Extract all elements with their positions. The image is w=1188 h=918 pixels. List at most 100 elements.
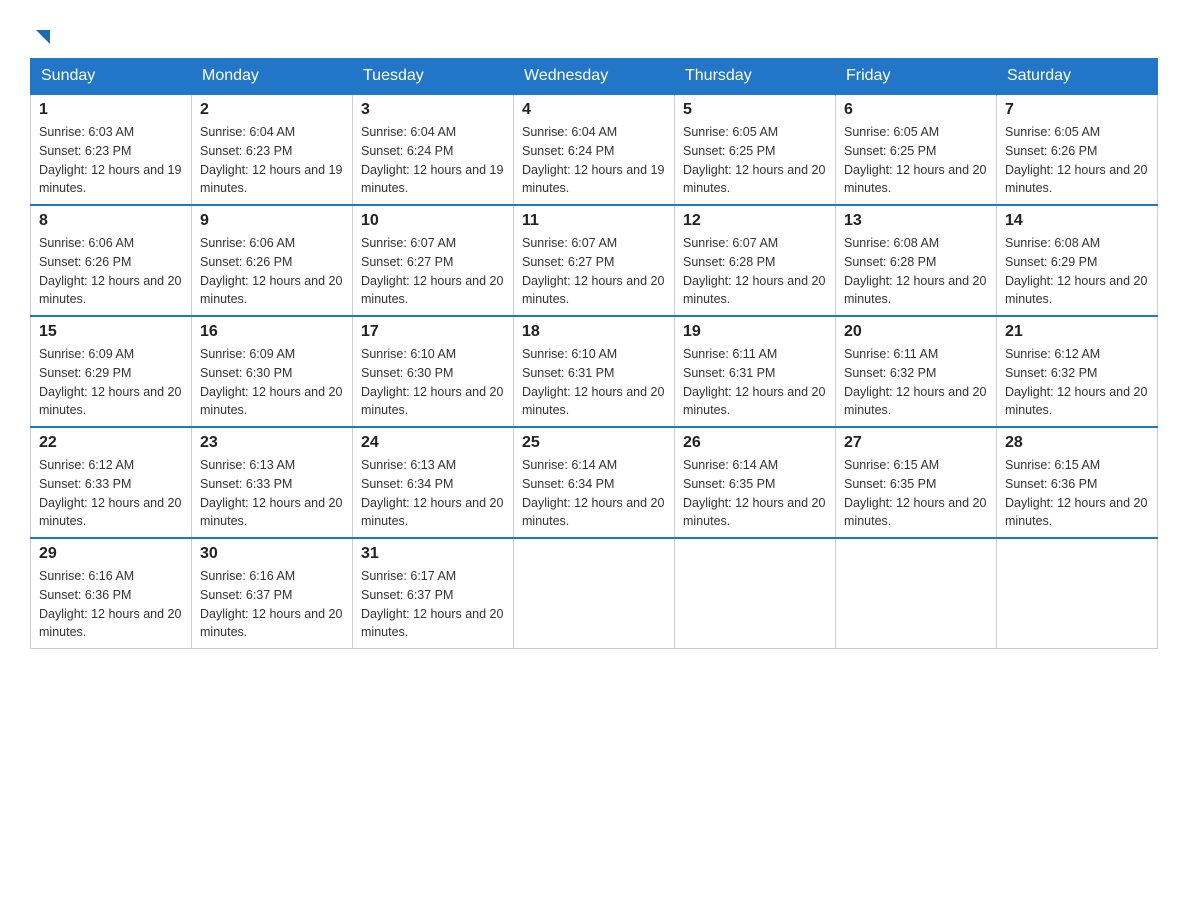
calendar-cell [836, 538, 997, 649]
calendar-week-2: 8 Sunrise: 6:06 AM Sunset: 6:26 PM Dayli… [31, 205, 1158, 316]
day-number: 19 [683, 323, 827, 341]
day-number: 11 [522, 212, 666, 230]
day-info: Sunrise: 6:12 AM Sunset: 6:32 PM Dayligh… [1005, 345, 1149, 420]
day-info: Sunrise: 6:06 AM Sunset: 6:26 PM Dayligh… [39, 234, 183, 309]
calendar-cell: 17 Sunrise: 6:10 AM Sunset: 6:30 PM Dayl… [353, 316, 514, 427]
day-number: 7 [1005, 101, 1149, 119]
calendar-cell: 11 Sunrise: 6:07 AM Sunset: 6:27 PM Dayl… [514, 205, 675, 316]
day-info: Sunrise: 6:11 AM Sunset: 6:31 PM Dayligh… [683, 345, 827, 420]
calendar-cell: 18 Sunrise: 6:10 AM Sunset: 6:31 PM Dayl… [514, 316, 675, 427]
day-info: Sunrise: 6:05 AM Sunset: 6:26 PM Dayligh… [1005, 123, 1149, 198]
weekday-header-monday: Monday [192, 59, 353, 95]
day-info: Sunrise: 6:08 AM Sunset: 6:29 PM Dayligh… [1005, 234, 1149, 309]
calendar-cell: 1 Sunrise: 6:03 AM Sunset: 6:23 PM Dayli… [31, 94, 192, 205]
calendar-cell: 24 Sunrise: 6:13 AM Sunset: 6:34 PM Dayl… [353, 427, 514, 538]
day-number: 17 [361, 323, 505, 341]
logo [30, 30, 54, 48]
day-info: Sunrise: 6:07 AM Sunset: 6:27 PM Dayligh… [522, 234, 666, 309]
calendar-table: SundayMondayTuesdayWednesdayThursdayFrid… [30, 58, 1158, 649]
day-number: 26 [683, 434, 827, 452]
calendar-cell [675, 538, 836, 649]
calendar-cell: 9 Sunrise: 6:06 AM Sunset: 6:26 PM Dayli… [192, 205, 353, 316]
calendar-cell: 27 Sunrise: 6:15 AM Sunset: 6:35 PM Dayl… [836, 427, 997, 538]
page-header [30, 20, 1158, 48]
day-number: 28 [1005, 434, 1149, 452]
weekday-header-thursday: Thursday [675, 59, 836, 95]
day-number: 8 [39, 212, 183, 230]
day-info: Sunrise: 6:16 AM Sunset: 6:36 PM Dayligh… [39, 567, 183, 642]
day-number: 22 [39, 434, 183, 452]
day-info: Sunrise: 6:04 AM Sunset: 6:24 PM Dayligh… [522, 123, 666, 198]
day-info: Sunrise: 6:14 AM Sunset: 6:35 PM Dayligh… [683, 456, 827, 531]
day-number: 18 [522, 323, 666, 341]
day-number: 24 [361, 434, 505, 452]
day-info: Sunrise: 6:05 AM Sunset: 6:25 PM Dayligh… [683, 123, 827, 198]
day-info: Sunrise: 6:07 AM Sunset: 6:27 PM Dayligh… [361, 234, 505, 309]
weekday-header-wednesday: Wednesday [514, 59, 675, 95]
calendar-cell: 26 Sunrise: 6:14 AM Sunset: 6:35 PM Dayl… [675, 427, 836, 538]
calendar-cell: 29 Sunrise: 6:16 AM Sunset: 6:36 PM Dayl… [31, 538, 192, 649]
calendar-cell: 28 Sunrise: 6:15 AM Sunset: 6:36 PM Dayl… [997, 427, 1158, 538]
day-number: 20 [844, 323, 988, 341]
day-info: Sunrise: 6:15 AM Sunset: 6:35 PM Dayligh… [844, 456, 988, 531]
day-info: Sunrise: 6:16 AM Sunset: 6:37 PM Dayligh… [200, 567, 344, 642]
day-info: Sunrise: 6:14 AM Sunset: 6:34 PM Dayligh… [522, 456, 666, 531]
calendar-header-row: SundayMondayTuesdayWednesdayThursdayFrid… [31, 59, 1158, 95]
day-number: 9 [200, 212, 344, 230]
calendar-cell: 23 Sunrise: 6:13 AM Sunset: 6:33 PM Dayl… [192, 427, 353, 538]
day-info: Sunrise: 6:12 AM Sunset: 6:33 PM Dayligh… [39, 456, 183, 531]
calendar-cell: 4 Sunrise: 6:04 AM Sunset: 6:24 PM Dayli… [514, 94, 675, 205]
weekday-header-tuesday: Tuesday [353, 59, 514, 95]
day-info: Sunrise: 6:11 AM Sunset: 6:32 PM Dayligh… [844, 345, 988, 420]
day-info: Sunrise: 6:10 AM Sunset: 6:30 PM Dayligh… [361, 345, 505, 420]
day-info: Sunrise: 6:09 AM Sunset: 6:30 PM Dayligh… [200, 345, 344, 420]
day-info: Sunrise: 6:05 AM Sunset: 6:25 PM Dayligh… [844, 123, 988, 198]
calendar-cell: 15 Sunrise: 6:09 AM Sunset: 6:29 PM Dayl… [31, 316, 192, 427]
calendar-cell: 10 Sunrise: 6:07 AM Sunset: 6:27 PM Dayl… [353, 205, 514, 316]
calendar-cell: 20 Sunrise: 6:11 AM Sunset: 6:32 PM Dayl… [836, 316, 997, 427]
weekday-header-sunday: Sunday [31, 59, 192, 95]
calendar-cell: 6 Sunrise: 6:05 AM Sunset: 6:25 PM Dayli… [836, 94, 997, 205]
calendar-cell: 7 Sunrise: 6:05 AM Sunset: 6:26 PM Dayli… [997, 94, 1158, 205]
logo-arrow-icon [32, 26, 54, 48]
calendar-cell: 30 Sunrise: 6:16 AM Sunset: 6:37 PM Dayl… [192, 538, 353, 649]
day-number: 30 [200, 545, 344, 563]
calendar-cell: 12 Sunrise: 6:07 AM Sunset: 6:28 PM Dayl… [675, 205, 836, 316]
day-number: 15 [39, 323, 183, 341]
calendar-cell: 25 Sunrise: 6:14 AM Sunset: 6:34 PM Dayl… [514, 427, 675, 538]
calendar-cell [997, 538, 1158, 649]
day-number: 10 [361, 212, 505, 230]
day-info: Sunrise: 6:15 AM Sunset: 6:36 PM Dayligh… [1005, 456, 1149, 531]
day-info: Sunrise: 6:09 AM Sunset: 6:29 PM Dayligh… [39, 345, 183, 420]
day-info: Sunrise: 6:08 AM Sunset: 6:28 PM Dayligh… [844, 234, 988, 309]
day-number: 3 [361, 101, 505, 119]
weekday-header-friday: Friday [836, 59, 997, 95]
day-number: 12 [683, 212, 827, 230]
day-info: Sunrise: 6:10 AM Sunset: 6:31 PM Dayligh… [522, 345, 666, 420]
calendar-cell: 31 Sunrise: 6:17 AM Sunset: 6:37 PM Dayl… [353, 538, 514, 649]
day-info: Sunrise: 6:04 AM Sunset: 6:24 PM Dayligh… [361, 123, 505, 198]
day-info: Sunrise: 6:03 AM Sunset: 6:23 PM Dayligh… [39, 123, 183, 198]
day-info: Sunrise: 6:13 AM Sunset: 6:33 PM Dayligh… [200, 456, 344, 531]
day-number: 2 [200, 101, 344, 119]
day-number: 5 [683, 101, 827, 119]
day-number: 31 [361, 545, 505, 563]
weekday-header-saturday: Saturday [997, 59, 1158, 95]
calendar-cell: 8 Sunrise: 6:06 AM Sunset: 6:26 PM Dayli… [31, 205, 192, 316]
calendar-cell: 2 Sunrise: 6:04 AM Sunset: 6:23 PM Dayli… [192, 94, 353, 205]
day-number: 13 [844, 212, 988, 230]
calendar-cell [514, 538, 675, 649]
day-info: Sunrise: 6:07 AM Sunset: 6:28 PM Dayligh… [683, 234, 827, 309]
day-info: Sunrise: 6:04 AM Sunset: 6:23 PM Dayligh… [200, 123, 344, 198]
calendar-week-3: 15 Sunrise: 6:09 AM Sunset: 6:29 PM Dayl… [31, 316, 1158, 427]
calendar-week-1: 1 Sunrise: 6:03 AM Sunset: 6:23 PM Dayli… [31, 94, 1158, 205]
day-info: Sunrise: 6:06 AM Sunset: 6:26 PM Dayligh… [200, 234, 344, 309]
day-number: 29 [39, 545, 183, 563]
day-number: 16 [200, 323, 344, 341]
day-number: 21 [1005, 323, 1149, 341]
day-info: Sunrise: 6:17 AM Sunset: 6:37 PM Dayligh… [361, 567, 505, 642]
day-number: 6 [844, 101, 988, 119]
calendar-cell: 13 Sunrise: 6:08 AM Sunset: 6:28 PM Dayl… [836, 205, 997, 316]
day-info: Sunrise: 6:13 AM Sunset: 6:34 PM Dayligh… [361, 456, 505, 531]
calendar-cell: 3 Sunrise: 6:04 AM Sunset: 6:24 PM Dayli… [353, 94, 514, 205]
